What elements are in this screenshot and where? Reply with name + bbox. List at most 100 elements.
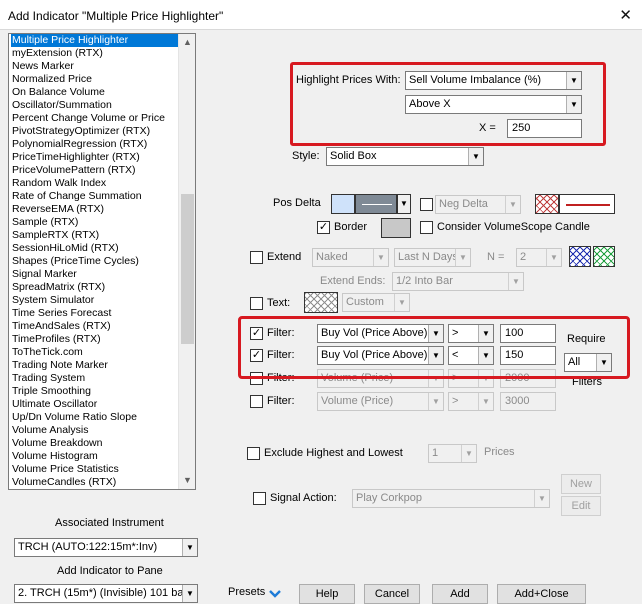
associated-instrument-select[interactable]: TRCH (AUTO:122:15m*:Inv) ▼ [14,538,198,557]
list-item[interactable]: SessionHiLoMid (RTX) [11,242,181,255]
exclude-checkbox[interactable] [247,447,260,460]
dropdown-icon: ▼ [546,249,561,266]
list-item[interactable]: Multiple Price Highlighter [11,34,181,47]
close-icon[interactable]: ✕ [619,6,632,24]
associated-instrument-value: TRCH (AUTO:122:15m*:Inv) [18,541,158,553]
list-item[interactable]: Triple Smoothing [11,385,181,398]
window-title: Add Indicator "Multiple Price Highlighte… [8,9,224,23]
list-item[interactable]: ReverseEMA (RTX) [11,203,181,216]
text-checkbox[interactable] [250,297,263,310]
border-color-swatch[interactable] [381,218,411,238]
cancel-button[interactable]: Cancel [364,584,420,604]
filter-4-field-select[interactable]: Volume (Price) ▼ [317,392,444,411]
list-item[interactable]: On Balance Volume [11,86,181,99]
indicator-list[interactable]: Multiple Price Highlighter myExtension (R… [8,33,196,490]
dropdown-icon: ▼ [373,249,388,266]
list-item[interactable]: Normalized Price [11,73,181,86]
list-item[interactable]: Volume Histogram [11,450,181,463]
scroll-up-icon[interactable]: ▲ [179,34,195,51]
list-item[interactable]: TimeAndSales (RTX) [11,320,181,333]
signal-action-checkbox[interactable] [253,492,266,505]
list-item[interactable]: Percent Change Volume or Price [11,112,181,125]
list-item[interactable]: PriceVolumePattern (RTX) [11,164,181,177]
help-button[interactable]: Help [299,584,355,604]
style-select[interactable]: Solid Box ▼ [326,147,484,166]
list-item[interactable]: Up/Dn Volume Ratio Slope [11,411,181,424]
list-item[interactable]: Trading Note Marker [11,359,181,372]
list-item[interactable]: Volume Price Statistics [11,463,181,476]
list-item[interactable]: myExtension (RTX) [11,47,181,60]
list-item[interactable]: Signal Marker [11,268,181,281]
list-item[interactable]: Volume Analysis [11,424,181,437]
extend-ends-value: 1/2 Into Bar [396,275,453,287]
scroll-thumb[interactable] [181,194,194,344]
extend-color-swatch-blue[interactable] [569,246,591,267]
list-item[interactable]: PriceTimeHighlighter (RTX) [11,151,181,164]
scroll-down-icon[interactable]: ▼ [179,472,195,489]
filter-4-checkbox[interactable] [250,395,263,408]
border-checkbox[interactable]: ✓ [317,221,330,234]
text-select[interactable]: Custom ▼ [342,293,410,312]
dropdown-icon: ▼ [182,585,197,602]
list-item[interactable]: SampleRTX (RTX) [11,229,181,242]
pos-delta-dropdown-icon[interactable]: ▼ [397,194,411,214]
neg-delta-color-swatch[interactable] [535,194,559,214]
list-item[interactable]: PolynomialRegression (RTX) [11,138,181,151]
list-item[interactable]: PivotStrategyOptimizer (RTX) [11,125,181,138]
list-item[interactable]: Random Walk Index [11,177,181,190]
neg-delta-line-swatch[interactable] [559,194,615,214]
list-item[interactable]: Oscillator/Summation [11,99,181,112]
n-select[interactable]: 2 ▼ [516,248,562,267]
list-item[interactable]: Volume Breakdown [11,437,181,450]
list-item[interactable]: System Simulator [11,294,181,307]
list-scrollbar[interactable]: ▲ ▼ [178,34,195,489]
extend-checkbox[interactable] [250,251,263,264]
exclude-count-select[interactable]: 1 ▼ [428,444,477,463]
dropdown-icon: ▼ [455,249,470,266]
list-item[interactable]: Sample (RTX) [11,216,181,229]
pos-delta-line-swatch[interactable] [355,194,397,214]
filter-4-value-input[interactable]: 3000 [500,392,556,411]
neg-delta-checkbox[interactable] [420,198,433,211]
add-to-pane-label: Add Indicator to Pane [57,565,163,577]
list-item[interactable]: Rate of Change Summation [11,190,181,203]
list-item[interactable]: Shapes (PriceTime Cycles) [11,255,181,268]
list-item[interactable]: SpreadMatrix (RTX) [11,281,181,294]
dropdown-icon: ▼ [505,196,520,213]
list-item[interactable]: News Marker [11,60,181,73]
list-item[interactable]: VolumeCandles (RTX) [11,476,181,489]
exclude-count-value: 1 [432,447,439,459]
pos-delta-label: Pos Delta [273,197,321,209]
consider-volumescope-checkbox[interactable] [420,221,433,234]
dropdown-icon: ▼ [508,273,523,290]
extend-color-swatch-green[interactable] [593,246,615,267]
text-value: Custom [346,296,384,308]
indicator-list-items: Multiple Price Highlighter myExtension (R… [11,34,181,489]
chevron-down-icon[interactable] [268,589,282,599]
list-item[interactable]: Trading System [11,372,181,385]
add-button[interactable]: Add [432,584,488,604]
list-item[interactable]: ToTheTick.com [11,346,181,359]
list-item[interactable]: TimeProfiles (RTX) [11,333,181,346]
consider-volumescope-label: Consider VolumeScope Candle [437,221,590,233]
add-close-button[interactable]: Add+Close [497,584,586,604]
dropdown-icon: ▼ [394,294,409,311]
pos-delta-color-swatch[interactable] [331,194,355,214]
filter-4-operator-select[interactable]: > ▼ [448,392,494,411]
extend-range-select[interactable]: Last N Days ▼ [394,248,471,267]
text-color-swatch[interactable] [304,292,338,313]
extend-type-select[interactable]: Naked ▼ [312,248,389,267]
add-to-pane-select[interactable]: 2. TRCH (15m*) (Invisible) 101 bar ▼ [14,584,198,603]
neg-delta-select[interactable]: Neg Delta ▼ [435,195,521,214]
filter-4-field-value: Volume (Price) [321,395,394,407]
signal-action-select[interactable]: Play Corkpop ▼ [352,489,550,508]
signal-new-button[interactable]: New [561,474,601,494]
list-item[interactable]: Time Series Forecast [11,307,181,320]
extend-ends-select[interactable]: 1/2 Into Bar ▼ [392,272,524,291]
signal-action-value: Play Corkpop [356,492,423,504]
list-item[interactable]: Ultimate Oscillator [11,398,181,411]
presets-label[interactable]: Presets [228,586,265,598]
extend-label: Extend [267,251,302,263]
exclude-prices-label: Prices [484,446,515,458]
signal-edit-button[interactable]: Edit [561,496,601,516]
